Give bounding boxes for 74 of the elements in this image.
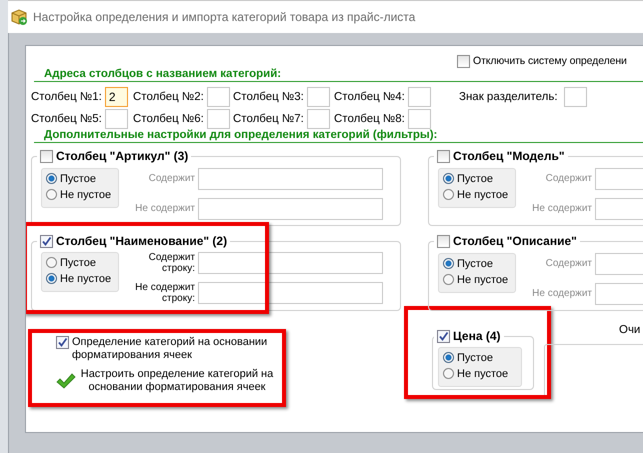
radio-button[interactable]	[443, 274, 454, 285]
field-label: Столбец №3:	[233, 91, 304, 103]
input-field[interactable]	[564, 87, 587, 107]
group-title: Столбец "Описание"	[453, 234, 577, 248]
field-label: Не содержит	[134, 203, 195, 214]
radio-button[interactable]	[443, 189, 454, 200]
radio-label: Не пустое	[457, 368, 508, 380]
checkbox-label: Определение категорий на основании форматирования ячеек	[72, 336, 268, 362]
checkmark-icon	[56, 373, 76, 389]
field-label: Столбец №1:	[31, 91, 102, 103]
input-field[interactable]	[198, 282, 383, 304]
input-field[interactable]: 2	[104, 87, 128, 107]
window-title: Настройка определения и импорта категорий товара из прайс-листа	[33, 10, 416, 24]
input-field[interactable]	[595, 168, 643, 190]
field-label: Столбец №6:	[133, 113, 204, 125]
radio-button[interactable]	[46, 257, 57, 268]
input-field[interactable]	[306, 87, 330, 107]
radio-button[interactable]	[46, 273, 57, 284]
input-field[interactable]	[595, 198, 643, 220]
checkbox[interactable]	[40, 150, 53, 162]
radio-label: Пустое	[60, 172, 96, 184]
radio-label: Не пустое	[60, 188, 112, 200]
field-label: Не содержит строку:	[134, 282, 195, 304]
field-label: Содержит	[544, 258, 592, 269]
field-label: Столбец №8:	[334, 113, 405, 125]
field-label: Содержит	[148, 173, 195, 184]
field-label: Не содержит	[531, 288, 592, 299]
group-title: Столбец "Модель"	[453, 149, 565, 163]
radio-label: Не пустое	[457, 274, 508, 286]
radio-label: Не пустое	[457, 188, 508, 200]
radio-button[interactable]	[443, 352, 454, 363]
input-field[interactable]	[104, 109, 128, 129]
radio-button[interactable]	[46, 189, 57, 200]
input-field[interactable]	[206, 87, 230, 107]
radio-button[interactable]	[443, 368, 454, 379]
checkbox[interactable]	[457, 54, 470, 68]
input-field[interactable]	[595, 252, 643, 274]
input-field[interactable]	[198, 168, 383, 190]
input-field[interactable]	[595, 282, 643, 304]
radio-button[interactable]	[443, 173, 454, 184]
input-field[interactable]	[198, 252, 383, 274]
radio-label: Пустое	[457, 352, 493, 364]
input-field[interactable]	[206, 109, 230, 129]
field-label: Знак разделитель:	[459, 91, 558, 103]
field-label: Содержит строку:	[148, 252, 195, 274]
section-heading: Адреса столбцов с названием категорий:	[34, 68, 643, 82]
field-label: Столбец №2:	[133, 91, 204, 103]
group-title: Столбец "Наименование" (2)	[56, 234, 228, 248]
radio-label: Пустое	[457, 172, 493, 184]
checkbox[interactable]	[437, 150, 450, 162]
field-label: Столбец №7:	[233, 113, 304, 125]
input-field[interactable]	[408, 87, 431, 107]
checkbox[interactable]	[40, 234, 53, 248]
group-title: Столбец "Артикул" (3)	[56, 149, 188, 163]
radio-label: Пустое	[60, 256, 96, 268]
checkbox[interactable]	[56, 336, 69, 349]
input-field[interactable]	[198, 198, 383, 220]
checkbox[interactable]	[437, 234, 450, 248]
section-heading: Дополнительные настройки для определения категорий (фильтры):	[34, 129, 643, 143]
input-field[interactable]	[408, 109, 431, 129]
group-title: Цена (4)	[453, 329, 501, 343]
field-label: Содержит	[544, 173, 592, 184]
radio-button[interactable]	[443, 258, 454, 269]
checkbox-label: Отключить систему определени	[473, 55, 627, 67]
field-label: Столбец №5:	[31, 113, 102, 125]
radio-label: Пустое	[457, 258, 493, 270]
radio-label: Не пустое	[60, 272, 112, 284]
radio-button[interactable]	[46, 173, 57, 184]
field-label: Столбец №4:	[334, 91, 405, 103]
input-field[interactable]	[306, 109, 330, 129]
field-label: Не содержит	[531, 203, 592, 214]
settings-link[interactable]: Настроить определение категорий на основании форматирования ячеек	[78, 368, 276, 394]
checkbox[interactable]	[437, 330, 450, 342]
field-label: Очи	[619, 324, 642, 336]
